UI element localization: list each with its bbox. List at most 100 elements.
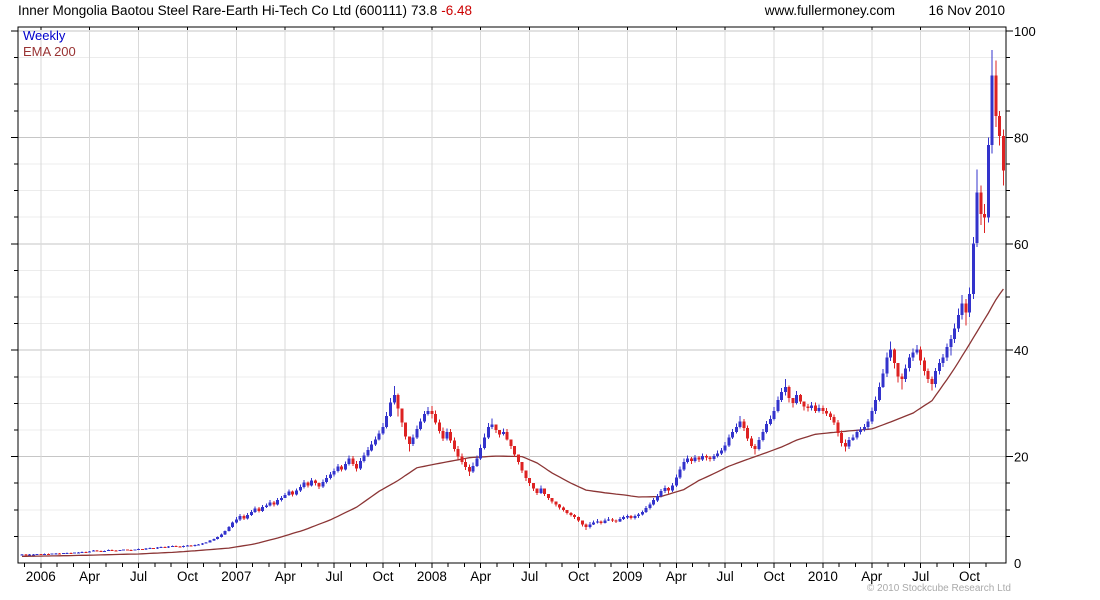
candle <box>671 485 675 491</box>
candle <box>148 548 152 550</box>
candle <box>174 546 178 547</box>
candle <box>674 477 678 486</box>
candle <box>242 516 246 519</box>
candle <box>915 349 919 353</box>
candles-layer <box>20 50 1005 556</box>
website-link[interactable]: www.fullermoney.com <box>765 3 895 18</box>
candle <box>152 548 156 550</box>
candle <box>88 551 92 553</box>
candle <box>802 401 806 407</box>
candle <box>110 550 114 551</box>
chart-title: Inner Mongolia Baotou Steel Rare-Earth H… <box>18 3 472 18</box>
x-tick-label: Apr <box>666 569 688 584</box>
candle <box>708 457 712 459</box>
candle <box>351 458 355 464</box>
candle <box>813 405 817 411</box>
candle <box>983 214 987 218</box>
candle <box>516 454 520 462</box>
candle <box>257 508 261 511</box>
candle <box>738 421 742 427</box>
x-tick-label: Jul <box>325 569 342 584</box>
candle <box>178 546 182 548</box>
candle <box>847 440 851 447</box>
candle <box>919 349 923 361</box>
candle <box>817 408 821 411</box>
x-tick-label: 2007 <box>221 569 251 584</box>
candle <box>686 458 690 462</box>
candle <box>637 514 641 517</box>
candle <box>208 540 212 543</box>
candle <box>693 457 697 461</box>
candle <box>407 436 411 444</box>
candle <box>509 439 513 446</box>
candle <box>640 511 644 515</box>
candle <box>137 549 141 551</box>
candle <box>832 417 836 423</box>
candle <box>246 515 250 519</box>
candle <box>659 491 663 496</box>
y-tick-label: 60 <box>1014 237 1028 252</box>
x-tick-label: Apr <box>79 569 101 584</box>
candle <box>580 520 584 525</box>
candle <box>734 426 738 433</box>
candle <box>554 501 558 505</box>
candle <box>200 543 204 545</box>
candle <box>328 474 332 478</box>
candle <box>573 515 577 518</box>
candle <box>122 549 126 551</box>
candle <box>223 531 227 535</box>
candle <box>704 456 708 458</box>
candle <box>742 421 746 428</box>
candle <box>467 467 471 472</box>
candle <box>358 460 362 469</box>
candle <box>934 370 938 385</box>
candle <box>291 491 295 495</box>
candle <box>911 352 915 358</box>
candle <box>904 368 908 379</box>
candle <box>396 394 400 409</box>
candle <box>204 542 208 544</box>
candle <box>464 461 468 468</box>
candle <box>219 534 223 537</box>
candle <box>294 490 298 495</box>
y-tick-label: 40 <box>1014 343 1028 358</box>
candle <box>114 550 118 552</box>
candle <box>543 488 547 494</box>
candle <box>953 328 957 339</box>
date-label: 16 Nov 2010 <box>928 3 1005 18</box>
candle <box>415 428 419 438</box>
candle <box>460 456 464 462</box>
candle <box>749 438 753 446</box>
candle <box>106 550 110 551</box>
candle <box>513 446 517 455</box>
candle <box>655 496 659 501</box>
candle <box>310 480 314 486</box>
candle <box>125 549 129 551</box>
candle <box>840 433 844 443</box>
candle <box>851 437 855 441</box>
candle <box>39 554 43 556</box>
candle <box>283 494 287 499</box>
candle <box>960 303 964 316</box>
candle <box>716 453 720 457</box>
candle <box>524 470 528 478</box>
candle <box>768 418 772 425</box>
candle <box>95 550 99 552</box>
candle <box>682 461 686 470</box>
candle <box>663 488 667 492</box>
candle <box>975 192 979 244</box>
legend-ema-label: EMA 200 <box>23 44 76 59</box>
candle <box>900 376 904 379</box>
candle <box>941 357 945 363</box>
candle <box>753 446 757 450</box>
candle <box>825 410 829 414</box>
candle <box>806 406 810 409</box>
candle <box>494 424 498 430</box>
candle <box>486 426 490 438</box>
candle <box>50 553 54 555</box>
x-tick-label: Oct <box>764 569 785 584</box>
candle <box>298 486 302 491</box>
candle <box>129 550 133 551</box>
candle <box>340 466 344 470</box>
candle <box>471 466 475 472</box>
